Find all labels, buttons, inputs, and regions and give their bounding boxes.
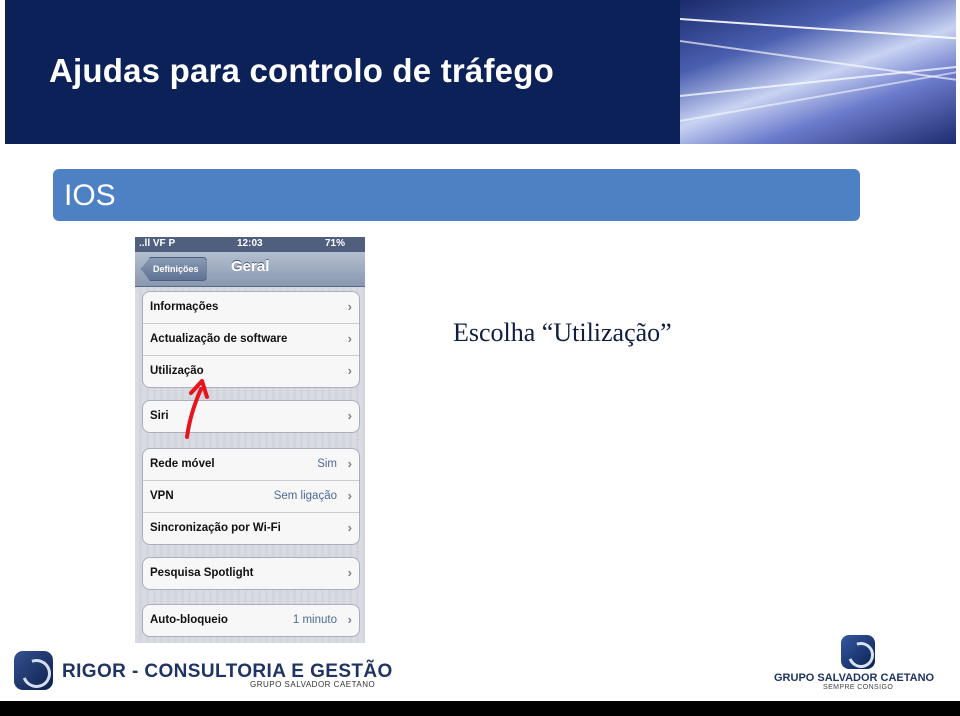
page-title: Ajudas para controlo de tráfego (49, 52, 554, 89)
row-label: Actualização de software (150, 333, 288, 345)
settings-group: Auto-bloqueio 1 minuto › (142, 604, 360, 637)
row-label: Sincronização por Wi-Fi (150, 522, 281, 534)
rigor-logo-icon (14, 651, 53, 690)
carrier-signal: ..ll VF P (139, 238, 176, 249)
row-label: Auto-bloqueio (150, 614, 228, 626)
chevron-right-icon: › (347, 363, 352, 378)
settings-row-informacoes[interactable]: Informações › (143, 292, 359, 324)
settings-row-rede-movel[interactable]: Rede móvel Sim › (143, 449, 359, 481)
rigor-brand-subtitle: GRUPO SALVADOR CAETANO (250, 680, 376, 689)
row-value: 1 minuto (292, 614, 337, 626)
back-button[interactable]: Definições (141, 257, 207, 281)
salvador-caetano-tagline: SEMPRE CONSIGO (823, 684, 894, 691)
settings-group: Pesquisa Spotlight › (142, 557, 360, 590)
instruction-text: Escolha “Utilização” (453, 318, 672, 347)
row-value: Sem ligação (273, 490, 337, 502)
section-label: IOS (64, 179, 116, 212)
nav-title: Geral (231, 258, 270, 275)
row-label: Siri (150, 410, 169, 422)
row-label: Pesquisa Spotlight (150, 567, 254, 579)
settings-row-sincronizacao[interactable]: Sincronização por Wi-Fi › (143, 513, 359, 544)
battery-level: 71% (325, 238, 346, 249)
chevron-right-icon: › (347, 488, 352, 503)
row-value: Sim (317, 458, 337, 470)
row-label: VPN (150, 490, 174, 502)
salvador-caetano-logo-icon (841, 635, 875, 669)
light-streak (680, 40, 956, 84)
settings-row-vpn[interactable]: VPN Sem ligação › (143, 481, 359, 513)
settings-group: Informações › Actualização de software ›… (142, 291, 360, 388)
settings-row-auto-bloqueio[interactable]: Auto-bloqueio 1 minuto › (143, 605, 359, 636)
light-streak (680, 18, 956, 41)
row-label: Rede móvel (150, 458, 215, 470)
chevron-right-icon: › (347, 612, 352, 627)
ios-settings-screenshot: ..ll VF P 12:03 71% Definições Geral Inf… (135, 237, 365, 643)
salvador-caetano-brand-name: GRUPO SALVADOR CAETANO (774, 672, 935, 684)
status-time: 12:03 (237, 238, 263, 249)
chevron-right-icon: › (347, 520, 352, 535)
light-streak (680, 67, 956, 122)
section-bar: IOS (53, 169, 860, 221)
chevron-right-icon: › (347, 299, 352, 314)
red-arrow-icon (185, 379, 209, 439)
settings-row-spotlight[interactable]: Pesquisa Spotlight › (143, 558, 359, 589)
settings-group: Rede móvel Sim › VPN Sem ligação › Sincr… (142, 448, 360, 545)
row-label: Informações (150, 301, 219, 313)
settings-row-actualizacao[interactable]: Actualização de software › (143, 324, 359, 356)
chevron-right-icon: › (347, 408, 352, 423)
chevron-right-icon: › (347, 456, 352, 471)
tunnel-image (680, 0, 956, 144)
chevron-right-icon: › (347, 331, 352, 346)
nav-bar: Definições Geral (135, 252, 365, 287)
status-bar: ..ll VF P 12:03 71% (135, 237, 365, 252)
footer-bar (0, 701, 960, 716)
header-banner: Ajudas para controlo de tráfego (5, 0, 680, 144)
chevron-right-icon: › (347, 565, 352, 580)
row-label: Utilização (150, 365, 204, 377)
